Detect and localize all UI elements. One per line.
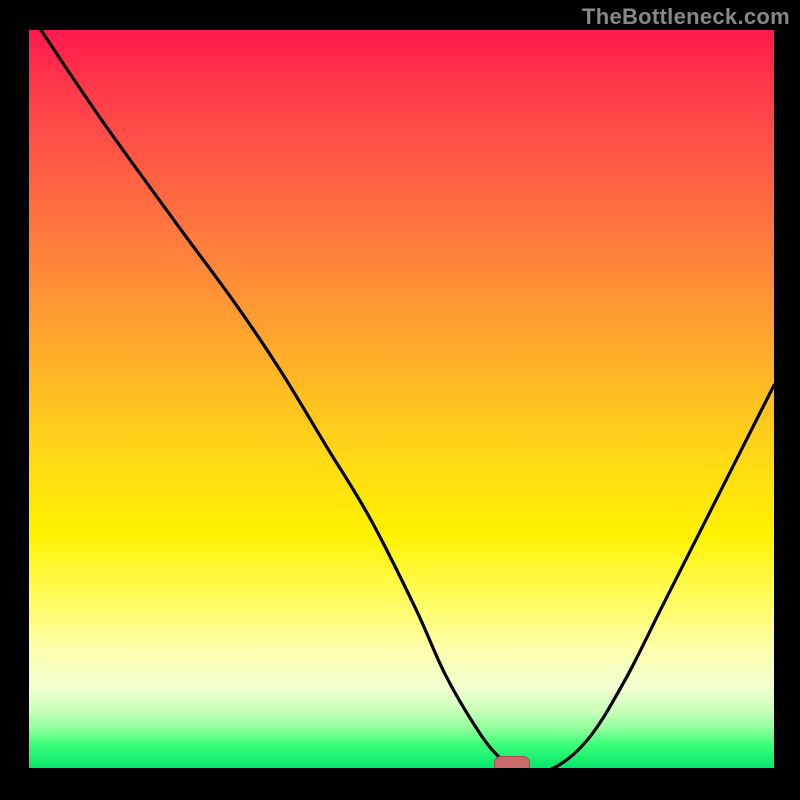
x-axis-line <box>26 768 774 774</box>
bottleneck-curve <box>26 30 774 770</box>
plot-area <box>26 30 774 770</box>
chart-frame: TheBottleneck.com <box>0 0 800 800</box>
y-axis-line <box>23 30 29 774</box>
watermark-text: TheBottleneck.com <box>582 4 790 30</box>
